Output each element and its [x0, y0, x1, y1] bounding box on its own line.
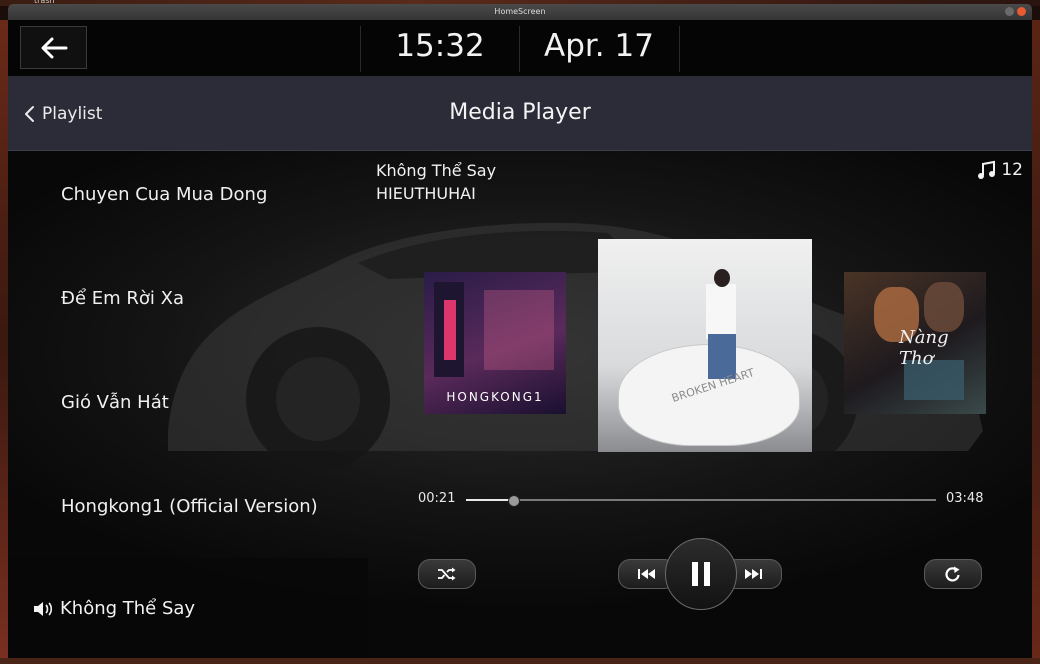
pause-icon [692, 562, 710, 586]
album-art-center[interactable]: BROKEN HEART [598, 239, 812, 452]
divider [679, 26, 680, 72]
track-artist: HIEUTHUHAI [376, 184, 476, 203]
progress-track[interactable] [466, 495, 936, 507]
close-icon[interactable] [1017, 7, 1026, 16]
now-playing-label: Không Thể Say [60, 598, 196, 619]
arrow-left-icon [41, 37, 68, 59]
album-art-left[interactable]: HONGKONG1 [424, 272, 566, 414]
date: Apr. 17 [544, 28, 654, 64]
page-title: Media Player [449, 100, 591, 125]
duration-time: 03:48 [946, 491, 984, 506]
elapsed-time: 00:21 [418, 491, 456, 506]
now-playing-row[interactable]: Không Thể Say [8, 558, 368, 658]
repeat-button[interactable] [924, 559, 982, 589]
page-header: Playlist Media Player [8, 76, 1032, 151]
playlist-panel: Chuyen Cua Mua Dong Để Em Rời Xa Gió Vẫn… [8, 151, 368, 556]
album-art-right[interactable]: Nàng Thơ [844, 272, 986, 414]
minimize-icon[interactable] [1005, 7, 1014, 16]
repeat-icon [945, 566, 960, 582]
track-count: 12 [976, 160, 1023, 180]
skip-previous-icon [638, 569, 655, 579]
progress-handle[interactable] [508, 495, 520, 507]
desktop-background-right [1032, 20, 1040, 664]
window-titlebar[interactable]: HomeScreen [8, 4, 1032, 20]
track-title: Không Thể Say [376, 161, 497, 180]
desktop-background-left [0, 20, 8, 664]
shuffle-icon [438, 567, 456, 581]
progress-fill [466, 499, 513, 501]
clock: 15:32 [395, 28, 485, 64]
progress-row: 00:21 03:48 [418, 491, 988, 511]
album-title-text: Nàng Thơ [899, 327, 949, 369]
playlist-item[interactable]: Chuyen Cua Mua Dong [61, 184, 267, 205]
skip-next-icon [745, 569, 762, 579]
playlist-item[interactable]: Để Em Rời Xa [61, 288, 184, 309]
playlist-item[interactable]: Hongkong1 (Official Version) [61, 496, 318, 517]
speaker-icon [34, 601, 53, 616]
back-button[interactable] [20, 26, 87, 69]
play-pause-button[interactable] [665, 538, 737, 610]
player-content: Chuyen Cua Mua Dong Để Em Rời Xa Gió Vẫn… [8, 151, 1032, 658]
media-player-app: 15:32 Apr. 17 Playlist Media Player Chuy… [8, 20, 1032, 658]
track-info: Không Thể Say HIEUTHUHAI [376, 159, 496, 205]
desktop-background-bottom [0, 658, 1040, 664]
track-count-value: 12 [1001, 160, 1023, 180]
window-title: HomeScreen [494, 7, 546, 16]
album-title-text: HONGKONG1 [446, 390, 544, 404]
shuffle-button[interactable] [418, 559, 476, 589]
status-bar: 15:32 Apr. 17 [8, 20, 1032, 76]
music-note-icon [978, 160, 996, 179]
playlist-item[interactable]: Gió Vẫn Hát [61, 392, 169, 413]
